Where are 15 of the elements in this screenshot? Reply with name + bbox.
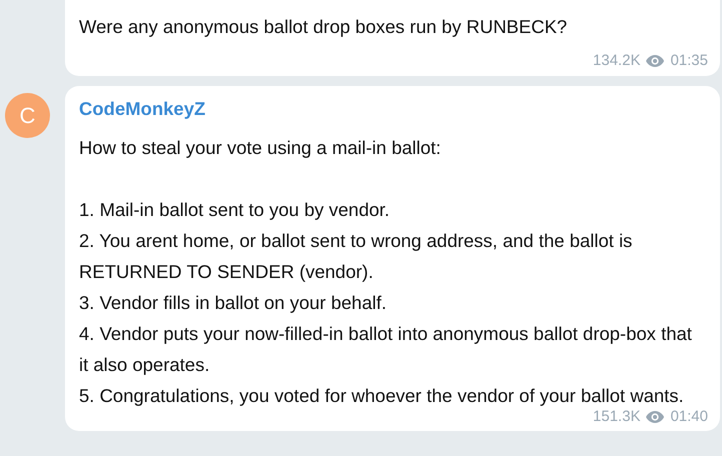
message-time: 01:35 — [670, 52, 708, 69]
view-count: 151.3K — [592, 408, 640, 425]
message-text: 4. Vendor puts your now-filled-in ballot into anonymous ballot drop-box that it also operates. — [79, 322, 693, 377]
view-count: 134.2K — [592, 52, 640, 69]
message-text: 3. Vendor fills in ballot on your behalf. — [79, 291, 388, 315]
message-text: 5. Congratulations, you voted for whoever the vendor of your ballot wants. — [79, 384, 685, 408]
message-text: How to steal your vote using a mail-in ballot: — [79, 136, 442, 160]
avatar[interactable]: C — [5, 93, 50, 138]
author-name[interactable]: CodeMonkeyZ — [79, 98, 706, 120]
message-text: 1. Mail-in ballot sent to you by vendor. — [79, 198, 391, 222]
eye-icon — [645, 54, 666, 68]
eye-icon — [645, 410, 666, 424]
message-text: 2. You arent home, or ballot sent to wrong address, and the ballot is RETURNED TO SENDER (vendor). — [79, 229, 634, 284]
message-time: 01:40 — [670, 408, 708, 425]
message-text: Were any anonymous ballot drop boxes run by RUNBECK? — [79, 15, 568, 39]
